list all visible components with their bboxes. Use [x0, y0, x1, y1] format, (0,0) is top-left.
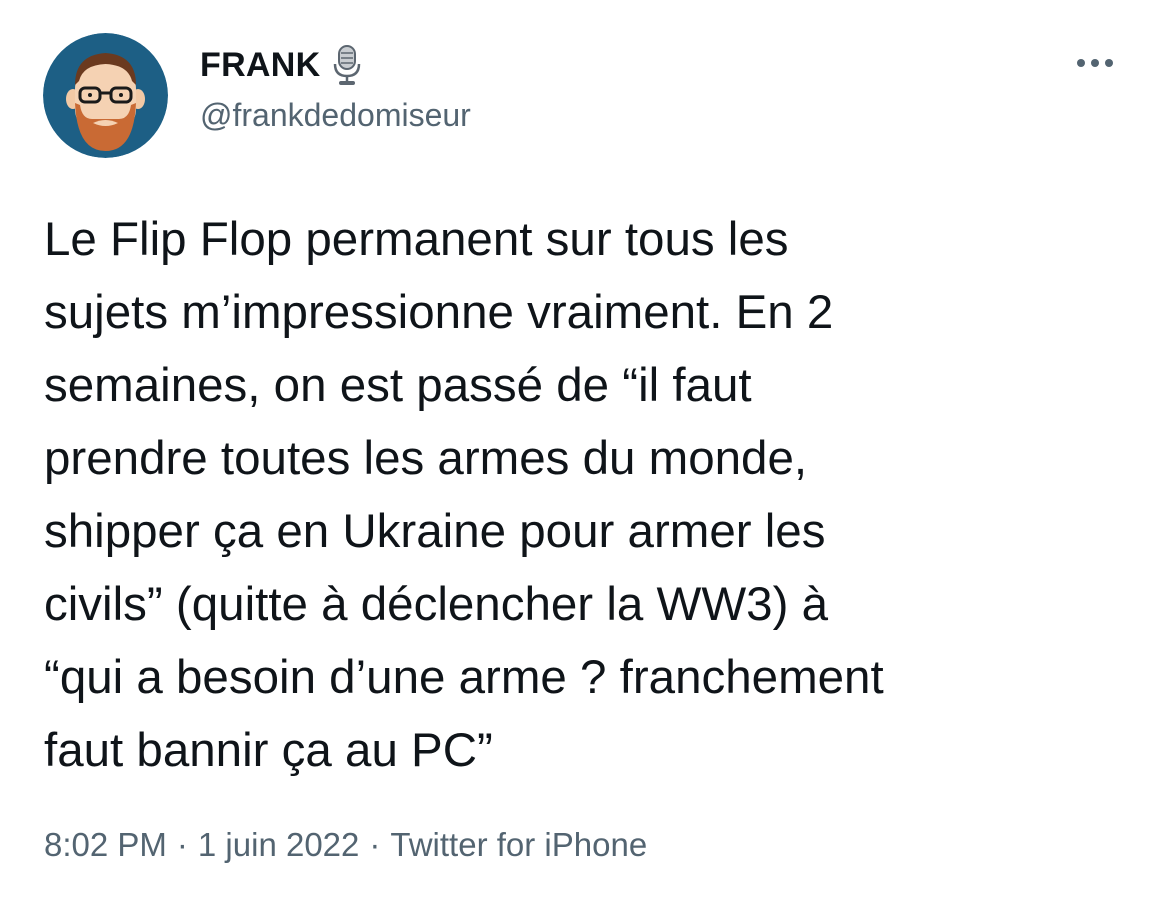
- user-handle[interactable]: @frankdedomiseur: [200, 97, 471, 134]
- more-options-button[interactable]: [1070, 48, 1120, 78]
- avatar-illustration: [43, 33, 168, 158]
- tweet-line: prendre toutes les armes du monde,: [44, 432, 808, 485]
- tweet-line: Le Flip Flop permanent sur tous les: [44, 213, 789, 266]
- tweet-line: sujets m’impressionne vraiment. En 2: [44, 286, 834, 339]
- meta-separator: ·: [369, 826, 381, 863]
- tweet-source[interactable]: Twitter for iPhone: [390, 826, 647, 864]
- tweet-line: “qui a besoin d’une arme ? franchement: [44, 651, 884, 704]
- tweet-meta: 8:02 PM · 1 juin 2022 · Twitter for iPhone: [44, 826, 647, 864]
- display-name[interactable]: FRANK: [200, 46, 320, 85]
- tweet-time[interactable]: 8:02 PM: [44, 826, 167, 864]
- tweet-text: Le Flip Flop permanent sur tous les suje…: [44, 203, 1134, 787]
- tweet-line: civils” (quitte à déclencher la WW3) à: [44, 578, 829, 631]
- tweet-line: shipper ça en Ukraine pour armer les: [44, 505, 826, 558]
- author-name-row: FRANK: [200, 42, 362, 88]
- tweet-line: semaines, on est passé de “il faut: [44, 359, 752, 412]
- tweet-line: faut bannir ça au PC”: [44, 724, 493, 777]
- microphone-icon: [332, 44, 362, 86]
- meta-separator: ·: [176, 826, 188, 863]
- more-dots-icon: [1077, 59, 1113, 67]
- tweet-date[interactable]: 1 juin 2022: [198, 826, 359, 864]
- avatar[interactable]: [43, 33, 168, 158]
